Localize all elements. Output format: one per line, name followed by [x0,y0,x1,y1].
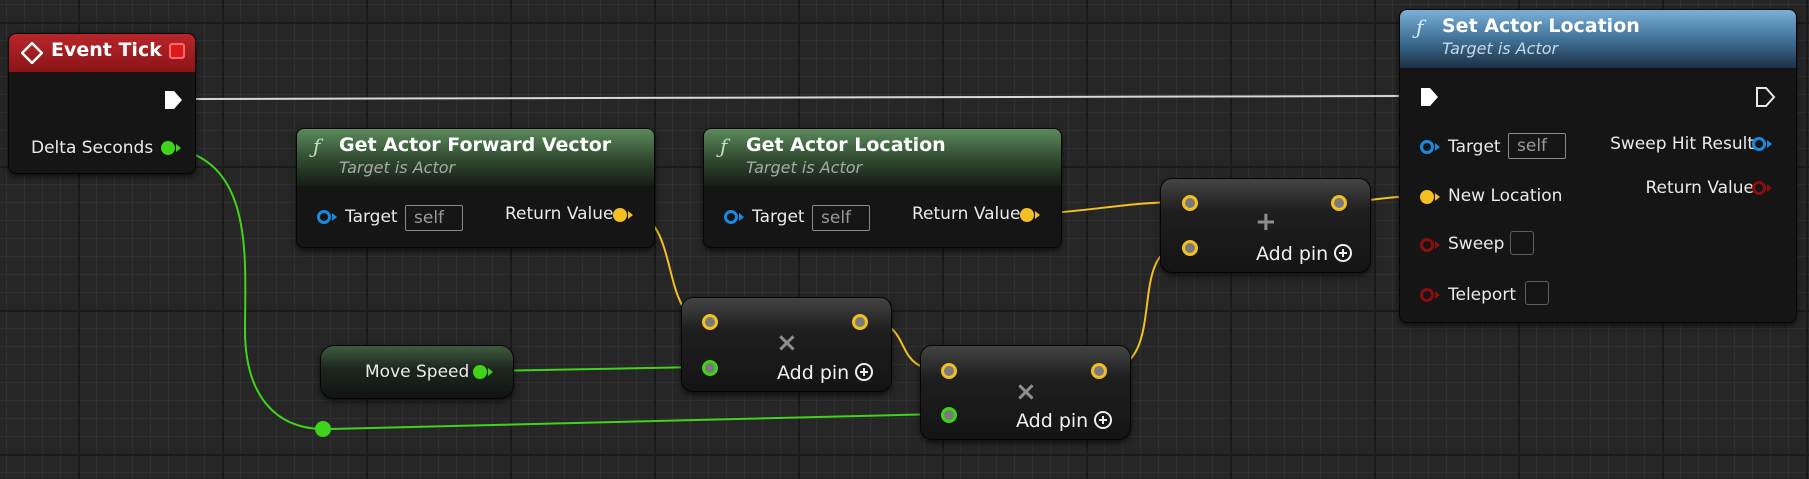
forward-vector-target-field[interactable]: self [405,205,463,231]
add-node[interactable]: + Add pin [1160,178,1371,273]
forward-vector-header[interactable]: ƒ Get Actor Forward Vector Target is Act… [297,129,654,186]
new-location-label: New Location [1448,186,1563,206]
multiply-icon: × [1015,377,1037,407]
move-speed-label: Move Speed [365,362,470,382]
teleport-checkbox[interactable] [1525,281,1549,305]
return-pin-arrow [1035,211,1040,219]
move-speed-pin[interactable] [473,365,487,379]
exec-wire[interactable] [194,95,1411,100]
get-location-header[interactable]: ƒ Get Actor Location Target is Actor [704,129,1061,186]
forward-vector-title: Get Actor Forward Vector [339,134,612,156]
set-location-return-pin-arrow [1767,184,1772,192]
add-input-a-pin[interactable] [1182,195,1198,211]
add-input-b-pin[interactable] [1182,240,1198,256]
set-location-target-label: Target [1448,137,1501,157]
sweep-hit-result-pin[interactable] [1752,137,1766,151]
set-location-target-field[interactable]: self [1508,133,1566,159]
multiply-2-add-pin-button[interactable]: Add pin [1016,410,1113,432]
target-pin-arrow [332,213,337,221]
get-location-target-label: Target [752,207,805,227]
sweep-pin-arrow [1435,241,1440,249]
move-speed-wire[interactable] [487,366,702,372]
teleport-label: Teleport [1448,285,1516,305]
exec-out-pin[interactable] [1754,86,1776,108]
get-location-target-pin[interactable] [724,210,738,224]
target-pin-arrow [739,213,744,221]
delta-seconds-pin[interactable] [161,141,175,155]
get-location-target-field[interactable]: self [812,205,870,231]
add-add-pin-label: Add pin [1256,243,1329,265]
delta-to-multiply-wire[interactable] [329,413,942,430]
sweep-hit-pin-arrow [1767,140,1772,148]
multiply-1-input-a-pin[interactable] [702,314,718,330]
sweep-hit-result-label: Sweep Hit Result [1610,134,1754,154]
event-tick-header[interactable]: Event Tick [9,34,195,72]
get-actor-location-node[interactable]: ƒ Get Actor Location Target is Actor Tar… [703,128,1062,248]
multiply-node-1[interactable]: × Add pin [681,297,892,392]
sweep-checkbox[interactable] [1510,231,1534,255]
forward-vector-subtitle: Target is Actor [339,158,456,177]
set-location-subtitle: Target is Actor [1442,39,1559,58]
add-add-pin-button[interactable]: Add pin [1256,243,1353,265]
get-location-return-pin[interactable] [1020,208,1034,222]
multiply-icon: × [776,328,798,358]
get-actor-forward-vector-node[interactable]: ƒ Get Actor Forward Vector Target is Act… [296,128,655,248]
set-location-return-label: Return Value [1645,178,1755,198]
return-pin-arrow [628,211,633,219]
teleport-pin-arrow [1435,291,1440,299]
exec-in-pin[interactable] [1418,86,1440,108]
delta-seconds-pin-arrow [176,144,181,152]
delta-seconds-label: Delta Seconds [31,138,154,158]
forward-vector-return-label: Return Value [505,204,614,224]
sweep-pin[interactable] [1420,238,1434,252]
target-pin-arrow [1435,143,1440,151]
plus-circle-icon [855,363,874,381]
multiply-1-input-b-pin[interactable] [702,360,718,376]
teleport-pin[interactable] [1420,288,1434,302]
plus-circle-icon [1094,411,1113,429]
reroute-node[interactable] [315,421,331,437]
multiply-2-input-b-pin[interactable] [941,407,957,423]
forward-vector-target-label: Target [345,207,398,227]
sweep-label: Sweep [1448,234,1505,254]
set-actor-location-node[interactable]: ƒ Set Actor Location Target is Actor Tar… [1399,9,1797,323]
move-speed-variable-node[interactable]: Move Speed [320,345,514,399]
multiply-node-2[interactable]: × Add pin [920,345,1131,440]
forward-vector-return-pin[interactable] [613,208,627,222]
multiply-2-output-pin[interactable] [1091,363,1107,379]
multiply-1-add-pin-label: Add pin [777,362,850,384]
new-location-pin-arrow [1435,193,1440,201]
exec-out-pin[interactable] [162,89,184,111]
function-f-icon: ƒ [720,134,728,158]
multiply-2-add-pin-label: Add pin [1016,410,1089,432]
set-location-return-pin[interactable] [1752,181,1766,195]
get-location-title: Get Actor Location [746,134,946,156]
event-tick-node[interactable]: Event Tick Delta Seconds [8,33,196,174]
function-f-icon: ƒ [1416,15,1424,39]
function-f-icon: ƒ [313,134,321,158]
multiply-2-input-a-pin[interactable] [941,363,957,379]
set-location-title: Set Actor Location [1442,15,1640,37]
get-location-return-label: Return Value [912,204,1021,224]
set-location-target-pin[interactable] [1420,140,1434,154]
plus-circle-icon [1334,244,1353,262]
new-location-pin[interactable] [1420,190,1434,204]
move-speed-pin-arrow [488,368,493,376]
add-icon: + [1255,207,1277,237]
multiply-1-add-pin-button[interactable]: Add pin [777,362,874,384]
event-tick-title: Event Tick [51,39,162,61]
set-location-header[interactable]: ƒ Set Actor Location Target is Actor [1400,10,1796,68]
forward-vector-target-pin[interactable] [317,210,331,224]
get-location-subtitle: Target is Actor [746,158,863,177]
multiply-1-output-pin[interactable] [852,314,868,330]
stop-square-icon[interactable] [169,43,185,59]
event-diamond-icon [21,42,43,64]
add-output-pin[interactable] [1331,195,1347,211]
